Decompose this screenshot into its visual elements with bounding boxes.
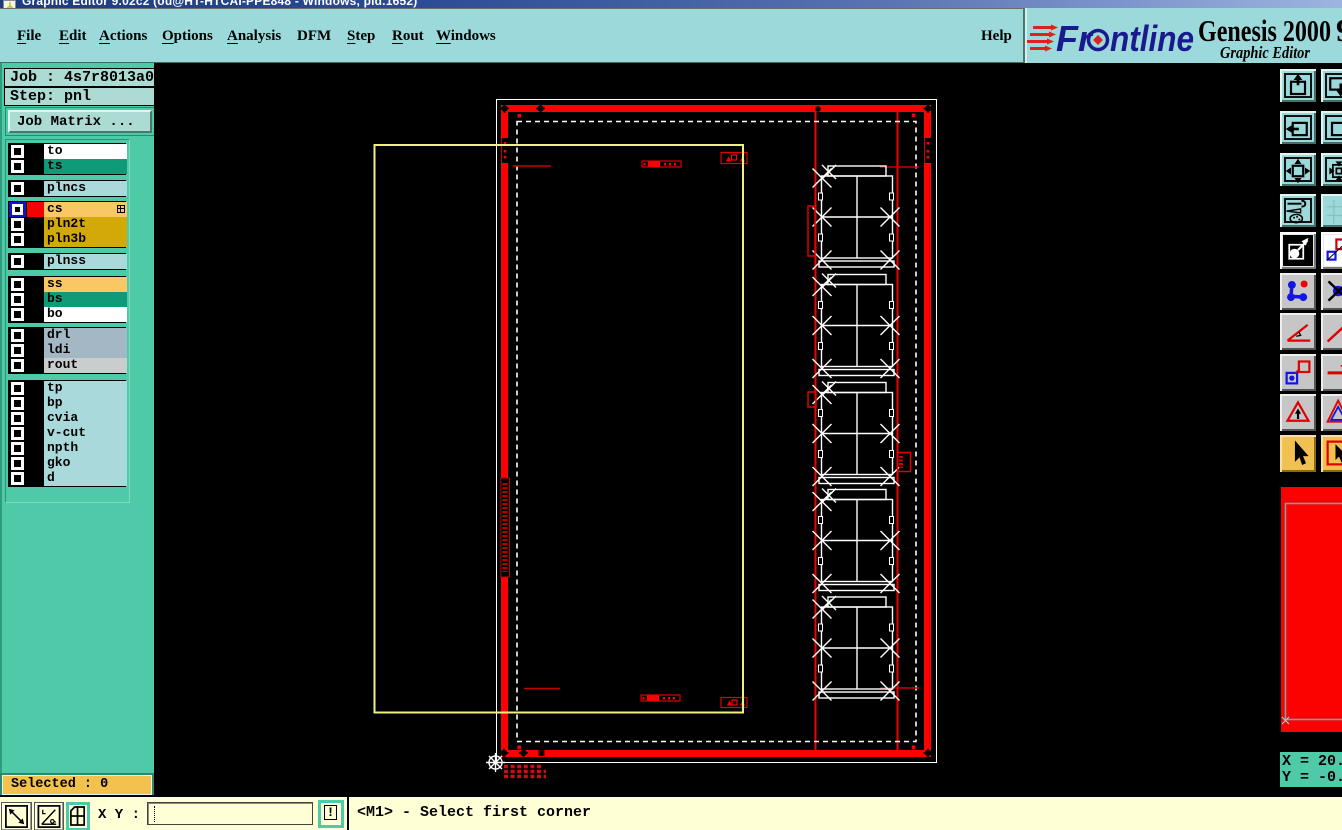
svg-text:9: 9 [1336,12,1342,48]
svg-text:Graphic Editor: Graphic Editor [1220,43,1310,62]
svg-text:ntline: ntline [1110,18,1194,59]
